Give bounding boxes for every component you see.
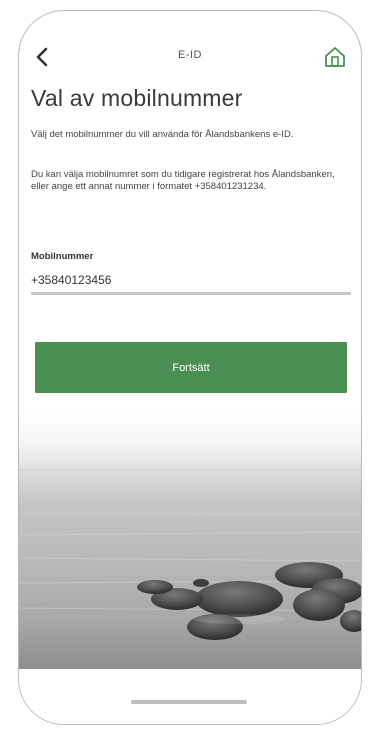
mobile-number-label: Mobilnummer	[31, 251, 94, 262]
description-primary: Välj det mobilnummer du vill använda för…	[31, 129, 294, 140]
bottom-bar	[19, 669, 361, 724]
home-icon	[325, 47, 345, 67]
home-indicator[interactable]	[131, 700, 247, 704]
header: E-ID	[19, 39, 361, 75]
page-title: Val av mobilnummer	[31, 85, 243, 111]
home-button[interactable]	[321, 43, 349, 71]
description-secondary: Du kan välja mobilnumret som du tidigare…	[31, 169, 335, 192]
mobile-number-input[interactable]	[31, 267, 351, 295]
header-title: E-ID	[178, 49, 202, 61]
continue-button[interactable]: Fortsätt	[35, 342, 347, 393]
hero-image	[19, 413, 361, 669]
phone-frame: E-ID Val av mobilnummer Välj det mobilnu…	[18, 10, 362, 725]
